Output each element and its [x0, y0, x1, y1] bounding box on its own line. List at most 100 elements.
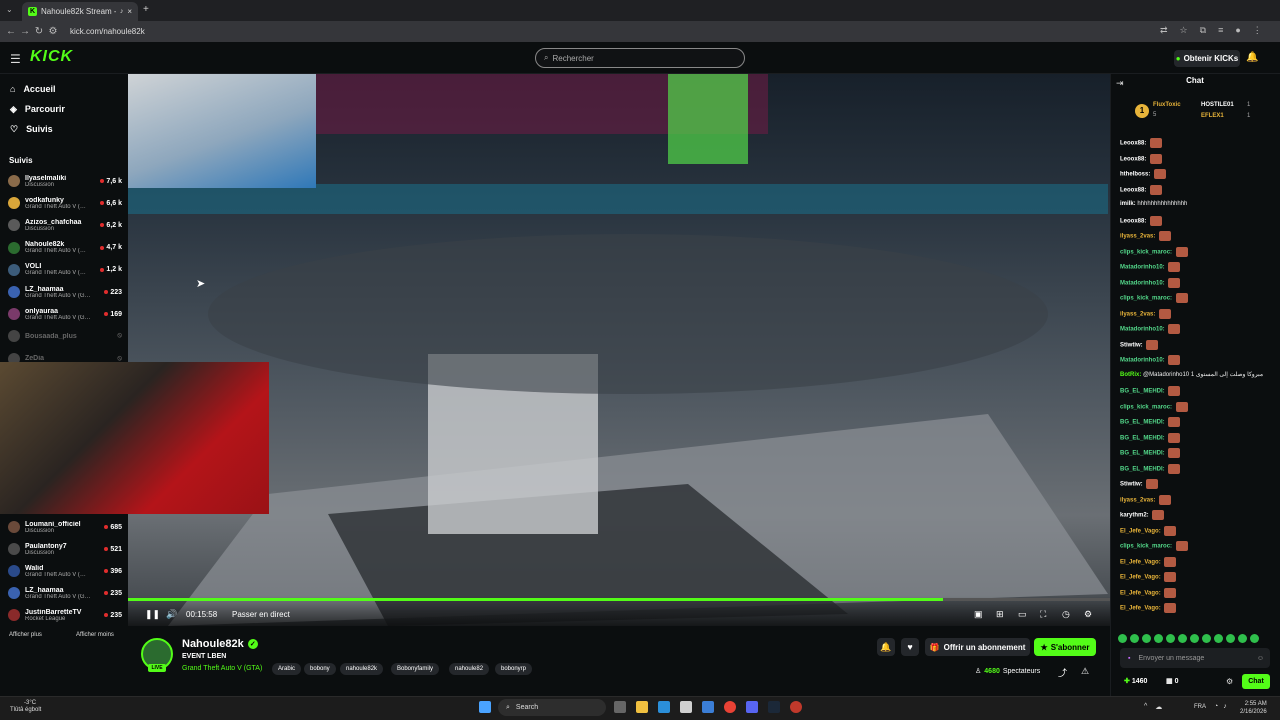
browser-tab[interactable]: K Nahoule82k Stream - Watc ♪ × — [22, 2, 138, 21]
tag-chip[interactable]: Arabic — [272, 663, 302, 675]
notification-icon[interactable]: 🔔 — [1246, 52, 1258, 63]
chat-message[interactable]: Leoox88: — [1120, 153, 1275, 164]
show-more-link[interactable]: Afficher plus — [9, 632, 42, 638]
emote-icon[interactable] — [1202, 633, 1211, 643]
theater-mode-icon[interactable]: ▭ — [1018, 609, 1027, 620]
emote-icon[interactable] — [1118, 633, 1127, 643]
chat-message[interactable]: BotRix: @Matadorinho10 مبروكا وصلت إلى ا… — [1120, 371, 1275, 379]
emote-icon[interactable] — [1226, 633, 1235, 643]
task-view-icon[interactable] — [614, 701, 626, 713]
new-tab-icon[interactable]: + — [143, 4, 149, 15]
menu-hamburger-icon[interactable]: ☰ — [10, 52, 21, 66]
address-bar[interactable]: kick.com/nahoule82k — [70, 24, 1150, 39]
volume-icon[interactable]: 🔊 — [166, 609, 177, 620]
chat-username[interactable]: El_Jefe_Vago: — [1120, 575, 1161, 581]
sidebar-item-browse[interactable]: ◈ Parcourir — [10, 100, 120, 118]
emote-icon[interactable] — [1142, 633, 1151, 643]
report-icon[interactable]: ⚠ — [1081, 666, 1089, 677]
reload-icon[interactable]: ↻ — [32, 26, 46, 37]
following-channel[interactable]: JustinBarretteTV Rocket League 235 — [8, 604, 122, 626]
tag-chip[interactable]: Bobonyfamily — [391, 663, 440, 675]
chat-message[interactable]: Leoox88: — [1120, 184, 1275, 195]
chat-username[interactable]: Matadorinho10: — [1120, 265, 1165, 271]
chat-message[interactable]: clips_kick_maroc: — [1120, 246, 1275, 257]
rewards-count[interactable]: ▦ 0 — [1166, 677, 1178, 685]
cloud-icon[interactable]: ☁ — [1155, 703, 1162, 711]
taskbar-search[interactable]: ⌕ Search — [498, 699, 606, 716]
tray-chevron-icon[interactable]: ^ — [1144, 703, 1147, 711]
following-channel[interactable]: LZ_haamaa Grand Theft Auto V (G… 223 — [8, 281, 122, 303]
tag-chip[interactable]: nahoule82 — [449, 663, 490, 675]
discord-icon[interactable] — [746, 701, 758, 713]
chat-message[interactable]: ilyass_2vas: — [1120, 231, 1275, 241]
following-channel[interactable]: vodkafunky Grand Theft Auto V (… 6,6 k — [8, 192, 122, 214]
chat-message[interactable]: El_Jefe_Vago: — [1120, 525, 1275, 536]
tab-close-icon[interactable]: × — [127, 7, 132, 16]
chat-message[interactable]: El_Jefe_Vago: — [1120, 603, 1275, 613]
chat-message[interactable]: Matadorinho10: — [1120, 277, 1275, 288]
search-input[interactable]: ⌕ Rechercher — [535, 48, 745, 68]
chat-username[interactable]: Stiwtiw: — [1120, 342, 1143, 348]
following-channel[interactable]: onlyauraa Grand Theft Auto V (G… 169 — [8, 303, 122, 325]
mini-player-icon[interactable]: ▣ — [974, 609, 983, 620]
following-channel[interactable]: Walid Grand Theft Auto V (… 396 — [8, 560, 122, 582]
chat-username[interactable]: BG_EL_MEHDI: — [1120, 435, 1165, 441]
chat-message[interactable]: ilyass_2vas: — [1120, 308, 1275, 319]
chat-message[interactable]: hthelboss: — [1120, 169, 1275, 179]
chat-message[interactable]: clips_kick_maroc: — [1120, 541, 1275, 551]
kick-logo[interactable]: KICK — [30, 48, 73, 66]
chat-username[interactable]: clips_kick_maroc: — [1120, 296, 1172, 302]
chat-settings-icon[interactable]: ⚙ — [1226, 677, 1233, 686]
chat-username[interactable]: clips_kick_maroc: — [1120, 544, 1172, 550]
store-icon[interactable] — [680, 701, 692, 713]
stream-category[interactable]: Grand Theft Auto V (GTA) — [182, 665, 262, 672]
chat-username[interactable]: ilyass_2vas: — [1120, 234, 1155, 240]
chat-username[interactable]: Leoox88: — [1120, 187, 1146, 193]
following-channel[interactable]: LZ_haamaa Grand Theft Auto V (G… 235 — [8, 582, 122, 604]
settings-gear-icon[interactable]: ⚙ — [1084, 609, 1092, 620]
clip-icon[interactable]: ⊞ — [996, 609, 1004, 620]
chat-message[interactable]: Stiwtiw: — [1120, 479, 1275, 489]
chat-username[interactable]: hthelboss: — [1120, 172, 1150, 178]
chat-message[interactable]: BG_EL_MEHDI: — [1120, 417, 1275, 427]
chat-message[interactable]: Matadorinho10: — [1120, 324, 1275, 334]
chat-message[interactable]: BG_EL_MEHDI: — [1120, 448, 1275, 458]
tag-chip[interactable]: nahoule82k — [340, 663, 384, 675]
chat-username[interactable]: El_Jefe_Vago: — [1120, 590, 1161, 596]
back-icon[interactable]: ← — [4, 26, 18, 37]
tab-list-icon[interactable]: ⌄ — [6, 5, 13, 14]
following-channel[interactable]: Ilyaselmaliki Discussion 7,6 k — [8, 170, 122, 192]
chat-username[interactable]: ilyass_2vas: — [1120, 311, 1155, 317]
chat-message[interactable]: clips_kick_maroc: — [1120, 293, 1275, 303]
chat-username[interactable]: Stiwtiw: — [1120, 482, 1143, 488]
chat-message[interactable]: karythm2: — [1120, 510, 1275, 520]
follow-heart-button[interactable]: ♥ — [901, 638, 919, 656]
chat-username[interactable]: BotRix: — [1120, 372, 1141, 378]
chat-message[interactable]: El_Jefe_Vago: — [1120, 556, 1275, 567]
emoji-icon[interactable]: ☺ — [1257, 655, 1264, 662]
chat-message[interactable]: imilk: hhhhhhhhhhhhhhh — [1120, 200, 1275, 208]
chat-username[interactable]: BG_EL_MEHDI: — [1120, 466, 1165, 472]
chat-username[interactable]: El_Jefe_Vago: — [1120, 606, 1161, 612]
tag-chip[interactable]: bobonyrp — [495, 663, 533, 675]
translate-icon[interactable]: ⇄ — [1160, 25, 1168, 36]
emote-icon[interactable] — [1238, 633, 1247, 643]
chat-username[interactable]: Matadorinho10: — [1120, 280, 1165, 286]
chat-username[interactable]: El_Jefe_Vago: — [1120, 528, 1161, 534]
windows-start-icon[interactable] — [479, 701, 491, 713]
weather-widget[interactable]: -3°C Tlûtâ égbolt — [10, 700, 41, 714]
chat-username[interactable]: clips_kick_maroc: — [1120, 404, 1172, 410]
share-icon[interactable]: ⤴ — [1058, 666, 1067, 679]
profile-icon[interactable]: ● — [1235, 25, 1240, 36]
chat-username[interactable]: Matadorinho10: — [1120, 358, 1165, 364]
following-channel[interactable]: Nahoule82k Grand Theft Auto V (… 4,7 k — [8, 237, 122, 259]
app-icon[interactable] — [790, 701, 802, 713]
emote-icon[interactable] — [1190, 633, 1199, 643]
chat-message[interactable]: BG_EL_MEHDI: — [1120, 432, 1275, 443]
chat-message[interactable]: clips_kick_maroc: — [1120, 401, 1275, 412]
emote-icon[interactable] — [1178, 633, 1187, 643]
emote-icon[interactable] — [1154, 633, 1163, 643]
send-chat-button[interactable]: Chat — [1242, 674, 1270, 689]
chat-username[interactable]: imilk: — [1120, 201, 1136, 207]
chat-username[interactable]: Matadorinho10: — [1120, 327, 1165, 333]
